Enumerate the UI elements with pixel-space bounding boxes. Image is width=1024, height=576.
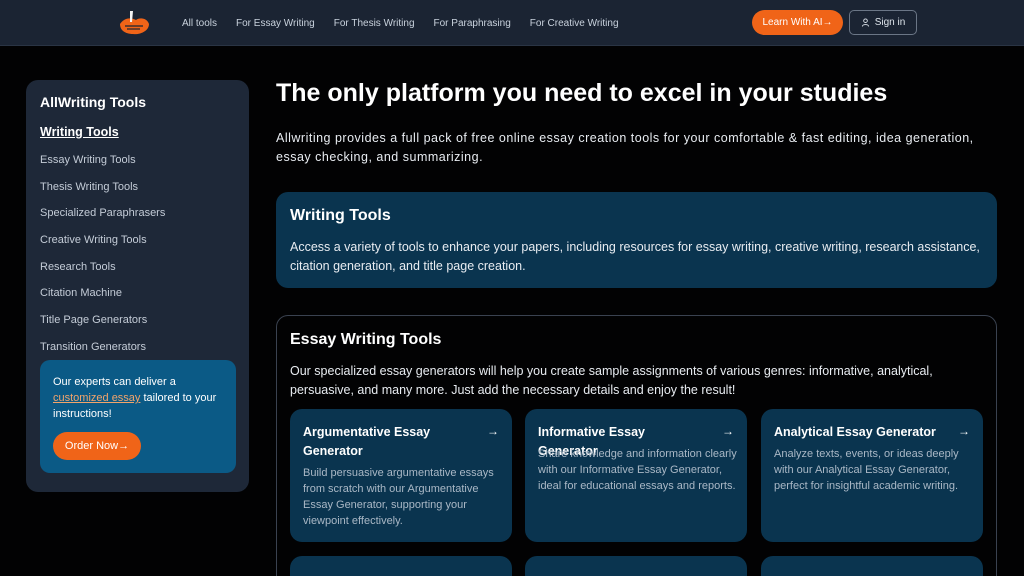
arrow-right-icon: → <box>958 424 970 438</box>
card-title: Analytical Essay Generator <box>774 425 936 439</box>
arrow-right-icon: → <box>118 440 130 452</box>
learn-with-ai-button[interactable]: Learn With AI → <box>752 10 843 35</box>
sidebar-list: Essay Writing Tools Thesis Writing Tools… <box>40 153 165 367</box>
card-description: Analyze texts, events, or ideas deeply w… <box>774 448 959 492</box>
writing-tools-title: Writing Tools <box>290 207 391 224</box>
nav-paraphrasing[interactable]: For Paraphrasing <box>434 18 511 29</box>
sidebar-item-writing-tools[interactable]: Writing Tools <box>40 125 119 139</box>
arrow-right-icon: → <box>722 424 734 438</box>
card-description: Share knowledge and information clearly … <box>538 448 737 492</box>
sidebar-item-citation[interactable]: Citation Machine <box>40 286 165 313</box>
order-now-label: Order Now <box>64 440 119 452</box>
nav-essay-writing[interactable]: For Essay Writing <box>236 18 315 29</box>
sidebar: AllWriting Tools Writing Tools Essay Wri… <box>26 80 249 492</box>
argumentative-essay-card[interactable]: Argumentative Essay Generator → Build pe… <box>290 409 512 542</box>
sidebar-item-essay-writing[interactable]: Essay Writing Tools <box>40 153 165 180</box>
sidebar-title: AllWriting Tools <box>40 94 147 110</box>
sidebar-item-title-page[interactable]: Title Page Generators <box>40 313 165 340</box>
user-icon <box>861 18 869 27</box>
nav-creative-writing[interactable]: For Creative Writing <box>530 18 619 29</box>
essay-writing-tools-description: Our specialized essay generators will he… <box>290 364 933 397</box>
sign-in-button[interactable]: Sign in <box>849 10 917 35</box>
writing-tools-description: Access a variety of tools to enhance you… <box>290 240 980 273</box>
informative-essay-card[interactable]: Informative Essay Generator → Share know… <box>525 409 747 542</box>
sign-in-label: Sign in <box>874 17 906 28</box>
sidebar-item-thesis-writing[interactable]: Thesis Writing Tools <box>40 180 165 207</box>
next-row-card[interactable] <box>290 556 512 576</box>
analytical-essay-card[interactable]: Analytical Essay Generator → Analyze tex… <box>761 409 983 542</box>
writing-tools-card: Writing Tools Access a variety of tools … <box>276 192 997 288</box>
learn-with-ai-label: Learn With AI <box>762 17 823 28</box>
order-now-button[interactable]: Order Now → <box>53 432 141 460</box>
card-title: Argumentative Essay Generator <box>303 425 431 458</box>
page-description: Allwriting provides a full pack of free … <box>276 131 974 164</box>
card-description: Build persuasive argumentative essays fr… <box>303 467 494 527</box>
customized-essay-link[interactable]: customized essay <box>53 392 140 404</box>
sidebar-item-research[interactable]: Research Tools <box>40 260 165 287</box>
next-row-card[interactable] <box>761 556 983 576</box>
arrow-right-icon: → <box>487 424 499 438</box>
arrow-right-icon: → <box>822 17 833 28</box>
promo-text: Our experts can deliver a customized ess… <box>53 374 228 422</box>
main-nav: All tools For Essay Writing For Thesis W… <box>182 0 619 46</box>
promo-text-before: Our experts can deliver a <box>53 376 176 388</box>
nav-all-tools[interactable]: All tools <box>182 18 217 29</box>
page-title: The only platform you need to excel in y… <box>276 79 888 107</box>
top-navbar: All tools For Essay Writing For Thesis W… <box>0 0 1024 46</box>
sidebar-item-paraphrasers[interactable]: Specialized Paraphrasers <box>40 206 165 233</box>
essay-writing-tools-title: Essay Writing Tools <box>290 331 442 348</box>
allwriting-logo-icon[interactable] <box>116 8 152 38</box>
sidebar-item-creative-writing[interactable]: Creative Writing Tools <box>40 233 165 260</box>
promo-box: Our experts can deliver a customized ess… <box>40 360 236 473</box>
next-row-card[interactable] <box>525 556 747 576</box>
nav-thesis-writing[interactable]: For Thesis Writing <box>334 18 415 29</box>
